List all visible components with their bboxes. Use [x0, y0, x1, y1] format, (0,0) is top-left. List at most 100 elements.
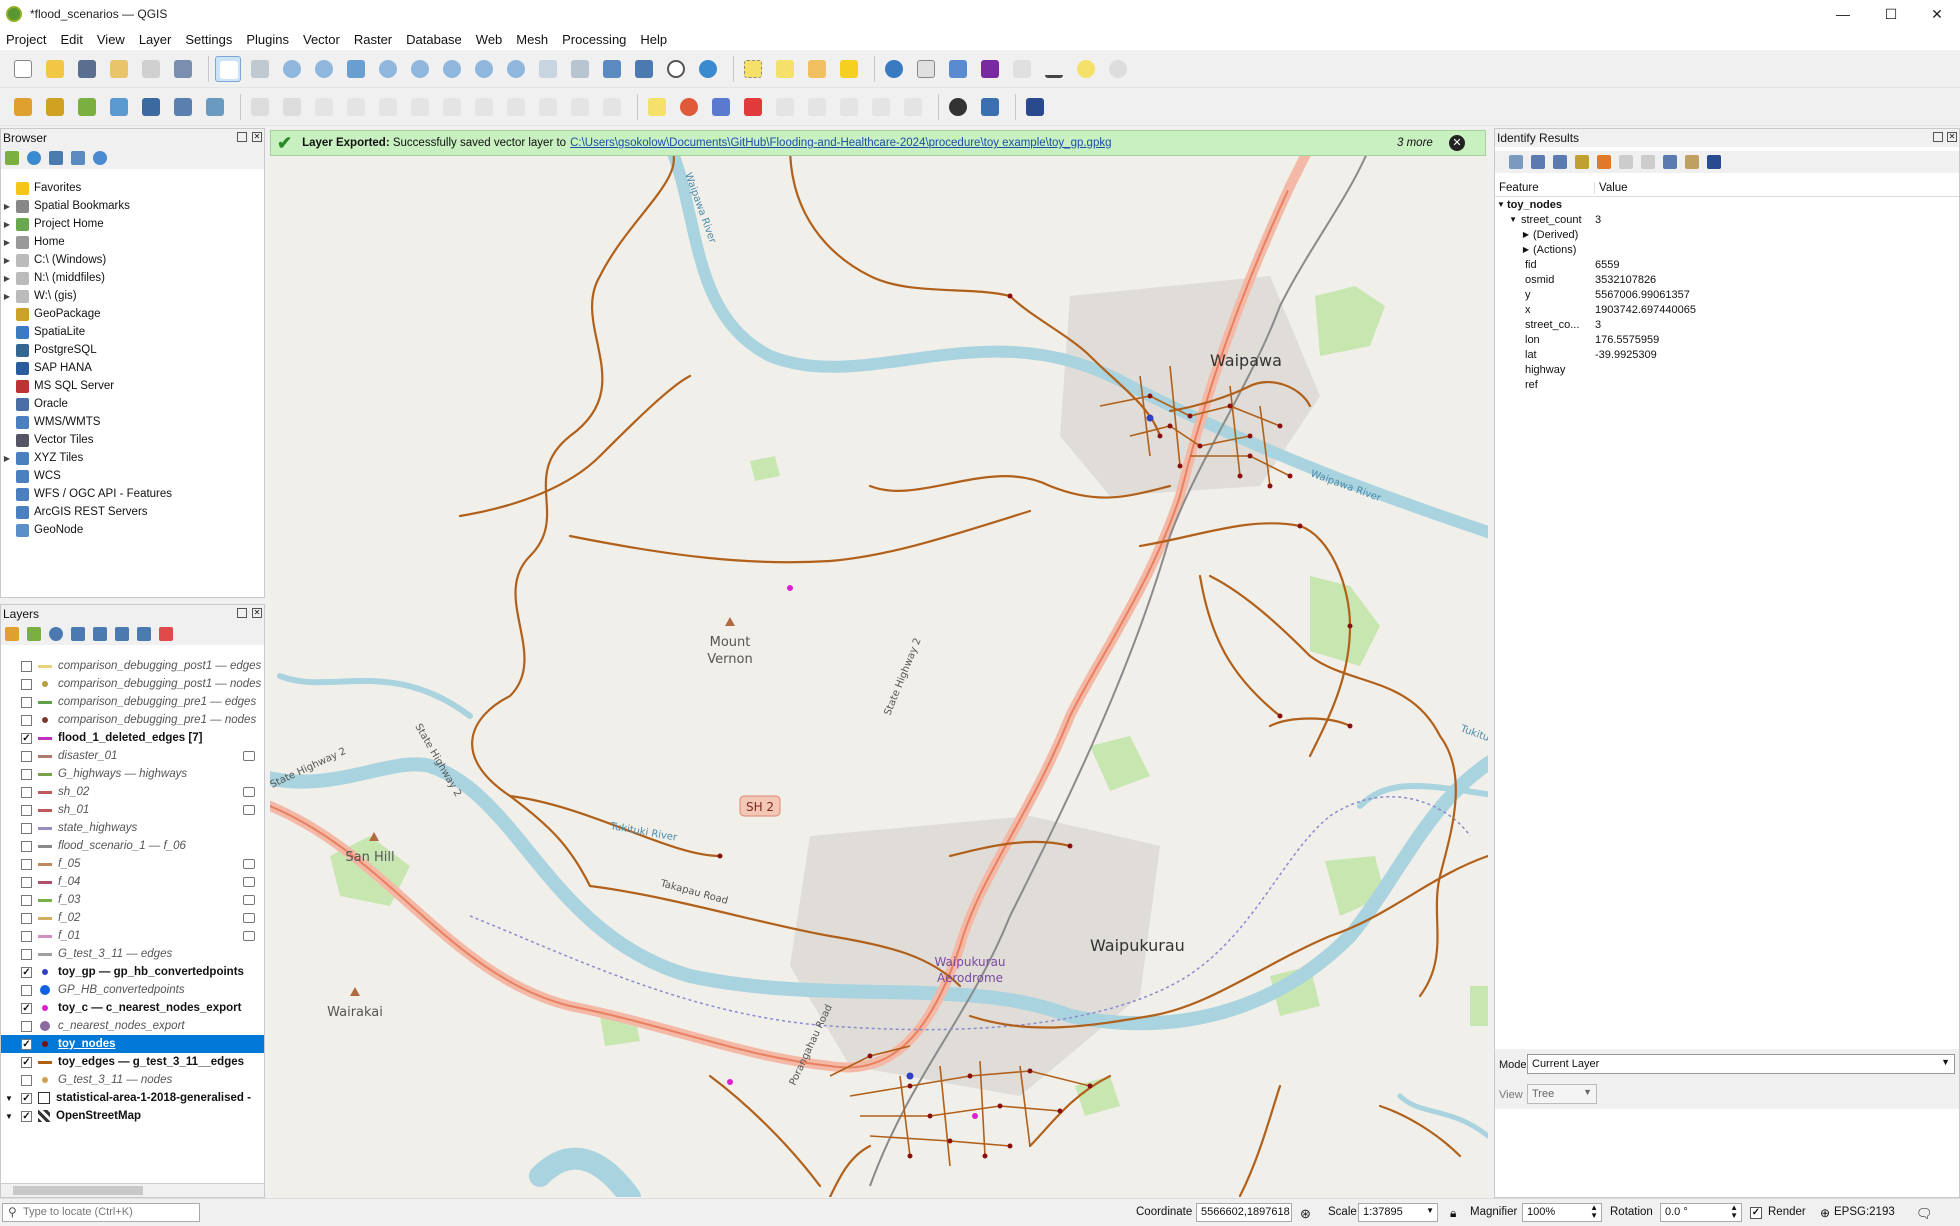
layer-filter-icon[interactable]	[243, 805, 255, 815]
pin-labels-icon[interactable]	[708, 94, 734, 120]
close-button[interactable]: ✕	[1914, 0, 1960, 28]
browser-item[interactable]: ▶ Spatial Bookmarks	[1, 197, 264, 215]
refresh-icon[interactable]	[695, 56, 721, 82]
float-panel-icon[interactable]	[237, 608, 247, 618]
locator-search-input[interactable]: ⚲ Type to locate (Ctrl+K)	[2, 1203, 200, 1222]
show-hide-labels-icon[interactable]	[772, 94, 798, 120]
layer-item[interactable]: f_04	[1, 873, 264, 891]
menu-web[interactable]: Web	[476, 32, 503, 47]
menu-project[interactable]: Project	[6, 32, 46, 47]
manage-visibility-icon[interactable]	[49, 627, 63, 641]
render-checkbox[interactable]: ✓	[1750, 1207, 1762, 1219]
layer-visibility-checkbox[interactable]: ✓	[21, 1110, 32, 1122]
layer-styling-icon[interactable]	[5, 627, 19, 641]
layer-item[interactable]: G_highways — highways	[1, 765, 264, 783]
expand-arrow-icon[interactable]: ▶	[1, 454, 13, 463]
collapse-all-icon[interactable]	[71, 151, 85, 165]
open-field-calculator-icon[interactable]	[1009, 56, 1035, 82]
layer-item[interactable]: ✓ toy_gp — gp_hb_convertedpoints	[1, 963, 264, 981]
maximize-button[interactable]: ☐	[1868, 0, 1914, 28]
add-selected-layers-icon[interactable]	[5, 151, 19, 165]
add-feature-icon[interactable]	[311, 94, 337, 120]
layer-visibility-checkbox[interactable]	[21, 804, 32, 816]
zoom-last-icon[interactable]	[471, 56, 497, 82]
identify-attribute-row[interactable]: osmid 3532107826	[1495, 272, 1959, 287]
layer-filter-icon[interactable]	[243, 913, 255, 923]
browser-item[interactable]: PostgreSQL	[1, 341, 264, 359]
add-raster-icon[interactable]	[170, 94, 196, 120]
layer-visibility-checkbox[interactable]	[21, 1020, 32, 1032]
vertex-tool-icon[interactable]	[343, 94, 369, 120]
add-wms-icon[interactable]	[138, 94, 164, 120]
layer-item[interactable]: ✓ flood_1_deleted_edges [7]	[1, 729, 264, 747]
copy-features-icon[interactable]	[503, 94, 529, 120]
layer-filter-icon[interactable]	[243, 751, 255, 761]
rotate-label-icon[interactable]	[836, 94, 862, 120]
filter-browser-icon[interactable]	[49, 151, 63, 165]
toggle-editing-icon[interactable]	[247, 94, 273, 120]
lock-scale-icon[interactable]: 🔒︎	[1450, 1206, 1456, 1221]
layer-item[interactable]: ✓ toy_edges — g_test_3_11__edges	[1, 1053, 264, 1071]
layer-item[interactable]: disaster_01	[1, 747, 264, 765]
layer-visibility-checkbox[interactable]	[21, 768, 32, 780]
browser-item[interactable]: Oracle	[1, 395, 264, 413]
layer-visibility-checkbox[interactable]	[21, 840, 32, 852]
layer-visibility-checkbox[interactable]: ✓	[21, 1002, 32, 1014]
new-map-view-icon[interactable]	[535, 56, 561, 82]
identify-attribute-row[interactable]: ref	[1495, 377, 1959, 392]
layer-item[interactable]: sh_01	[1, 801, 264, 819]
layer-item[interactable]: f_02	[1, 909, 264, 927]
pan-map-icon[interactable]	[215, 55, 241, 82]
layer-filter-icon[interactable]	[243, 931, 255, 941]
statistics-sigma-icon[interactable]	[977, 56, 1003, 82]
close-panel-icon[interactable]: ✕	[252, 132, 262, 142]
layer-item[interactable]: ▼ ✓ OpenStreetMap	[1, 1107, 264, 1125]
browser-item[interactable]: WMS/WMTS	[1, 413, 264, 431]
change-label-icon[interactable]	[868, 94, 894, 120]
identify-attribute-row[interactable]: x 1903742.697440065	[1495, 302, 1959, 317]
layer-item[interactable]: comparison_debugging_post1 — edges	[1, 657, 264, 675]
menu-processing[interactable]: Processing	[562, 32, 626, 47]
layer-item[interactable]: f_01	[1, 927, 264, 945]
dismiss-banner-icon[interactable]: ✕	[1449, 135, 1465, 151]
zoom-in-icon[interactable]	[279, 56, 305, 82]
layer-visibility-checkbox[interactable]	[21, 894, 32, 906]
layers-horizontal-scrollbar[interactable]	[1, 1183, 264, 1197]
feature-column-header[interactable]: Feature	[1495, 181, 1595, 194]
magnifier-field[interactable]: 100% ▲ ▼	[1522, 1203, 1602, 1222]
layer-filter-icon[interactable]	[243, 859, 255, 869]
browser-item[interactable]: MS SQL Server	[1, 377, 264, 395]
messages-icon[interactable]: 🗨︎	[1916, 1206, 1933, 1222]
measure-line-icon[interactable]	[1041, 56, 1067, 82]
menu-help[interactable]: Help	[640, 32, 667, 47]
expand-all-icon[interactable]	[115, 627, 129, 641]
layer-visibility-checkbox[interactable]: ✓	[21, 1056, 32, 1068]
select-feature-icon[interactable]	[1597, 155, 1611, 169]
layer-visibility-checkbox[interactable]: ✓	[21, 1038, 32, 1050]
map-canvas[interactable]: SH 2 Mount Vernon San Hill Wairakai Waip…	[270, 156, 1488, 1197]
identify-mode-icon[interactable]	[1663, 155, 1677, 169]
temporal-controller-icon[interactable]	[663, 56, 689, 82]
banner-file-link[interactable]: C:\Users\gsokolow\Documents\GitHub\Flood…	[570, 137, 1111, 149]
expand-arrow-icon[interactable]: ▼	[5, 1094, 13, 1103]
browser-item[interactable]: SAP HANA	[1, 359, 264, 377]
browser-item[interactable]: WFS / OGC API - Features	[1, 485, 264, 503]
layer-filter-icon[interactable]	[243, 877, 255, 887]
diagram-icon[interactable]	[676, 94, 702, 120]
expand-tree-icon[interactable]	[1509, 155, 1523, 169]
zoom-next-icon[interactable]	[503, 56, 529, 82]
menu-mesh[interactable]: Mesh	[516, 32, 548, 47]
menu-database[interactable]: Database	[406, 32, 462, 47]
layer-item[interactable]: c_nearest_nodes_export	[1, 1017, 264, 1035]
undo-icon[interactable]	[567, 94, 593, 120]
properties-icon[interactable]	[93, 151, 107, 165]
data-source-manager-icon[interactable]	[10, 94, 36, 120]
menu-layer[interactable]: Layer	[139, 32, 172, 47]
identify-attribute-row[interactable]: lat -39.9925309	[1495, 347, 1959, 362]
browser-item[interactable]: ▶ XYZ Tiles	[1, 449, 264, 467]
browser-item[interactable]: GeoPackage	[1, 305, 264, 323]
browser-item[interactable]: GeoNode	[1, 521, 264, 539]
layer-item[interactable]: GP_HB_convertedpoints	[1, 981, 264, 999]
show-bookmarks-icon[interactable]	[631, 56, 657, 82]
layer-visibility-checkbox[interactable]	[21, 714, 32, 726]
